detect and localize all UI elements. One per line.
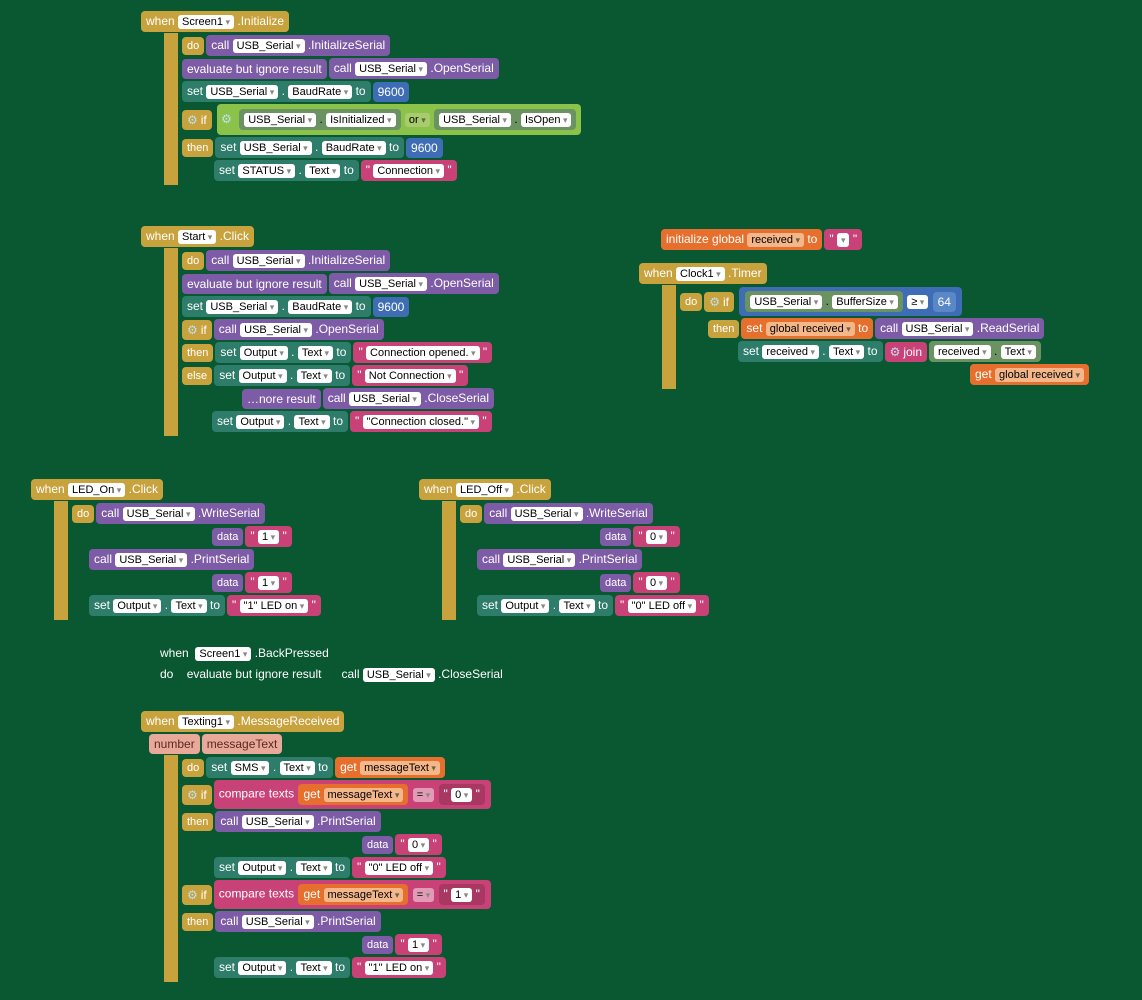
text-literal[interactable]: " Connection " [361, 160, 457, 181]
block-backpressed[interactable]: when Screen1 .BackPressed do evaluate bu… [160, 646, 503, 682]
block-clock-timer[interactable]: when Clock1 .Timer do⚙if USB_Serial . Bu… [638, 262, 1090, 389]
get-isopen[interactable]: USB_Serial . IsOpen [434, 109, 576, 130]
set-baudrate[interactable]: set USB_Serial . BaudRate to [182, 81, 371, 102]
initialize-global[interactable]: initialize global received to [661, 229, 822, 250]
block-screen1-initialize[interactable]: when Screen1 .Initialize docall USB_Seri… [140, 10, 582, 185]
get-isinitialized[interactable]: USB_Serial . IsInitialized [239, 109, 400, 130]
block-texting[interactable]: when Texting1 .MessageReceived numbermes… [140, 710, 492, 982]
block-start-click[interactable]: when Start .Click docall USB_Serial .Ini… [140, 225, 500, 436]
gear-icon[interactable]: ⚙ [221, 112, 232, 126]
block-init-global[interactable]: initialize global received to" " [660, 228, 863, 251]
gear-icon[interactable]: ⚙ [187, 113, 198, 127]
event-header[interactable]: when Screen1 .Initialize [141, 11, 289, 32]
block-led-on[interactable]: when LED_On .Click docall USB_Serial .Wr… [30, 478, 322, 620]
call-openserial[interactable]: call USB_Serial .OpenSerial [329, 58, 499, 79]
call-initializeserial[interactable]: call USB_Serial .InitializeSerial [206, 35, 390, 56]
param-messagetext[interactable]: messageText [202, 734, 283, 754]
block-led-off[interactable]: when LED_Off .Click docall USB_Serial .W… [418, 478, 710, 620]
compare-buffersize[interactable]: USB_Serial . BufferSize ≥ 64 [739, 287, 962, 316]
compare-texts[interactable]: compare texts get messageText = " 0 " [214, 780, 491, 809]
param-number[interactable]: number [149, 734, 200, 754]
